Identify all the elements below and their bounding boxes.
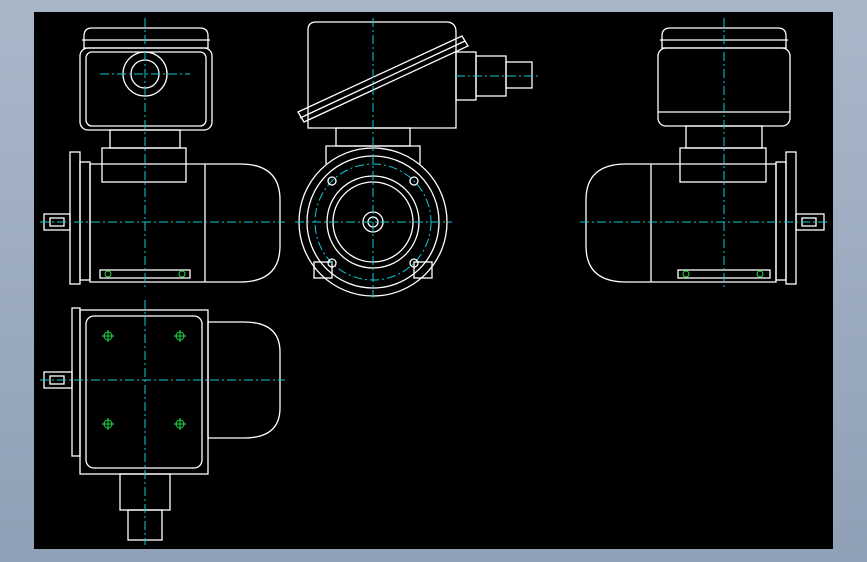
cad-viewport[interactable] <box>34 12 833 549</box>
rear-view <box>580 18 828 290</box>
side-view <box>295 18 540 298</box>
motor-drawing <box>40 18 828 545</box>
top-view <box>40 300 285 545</box>
front-view <box>40 18 285 290</box>
